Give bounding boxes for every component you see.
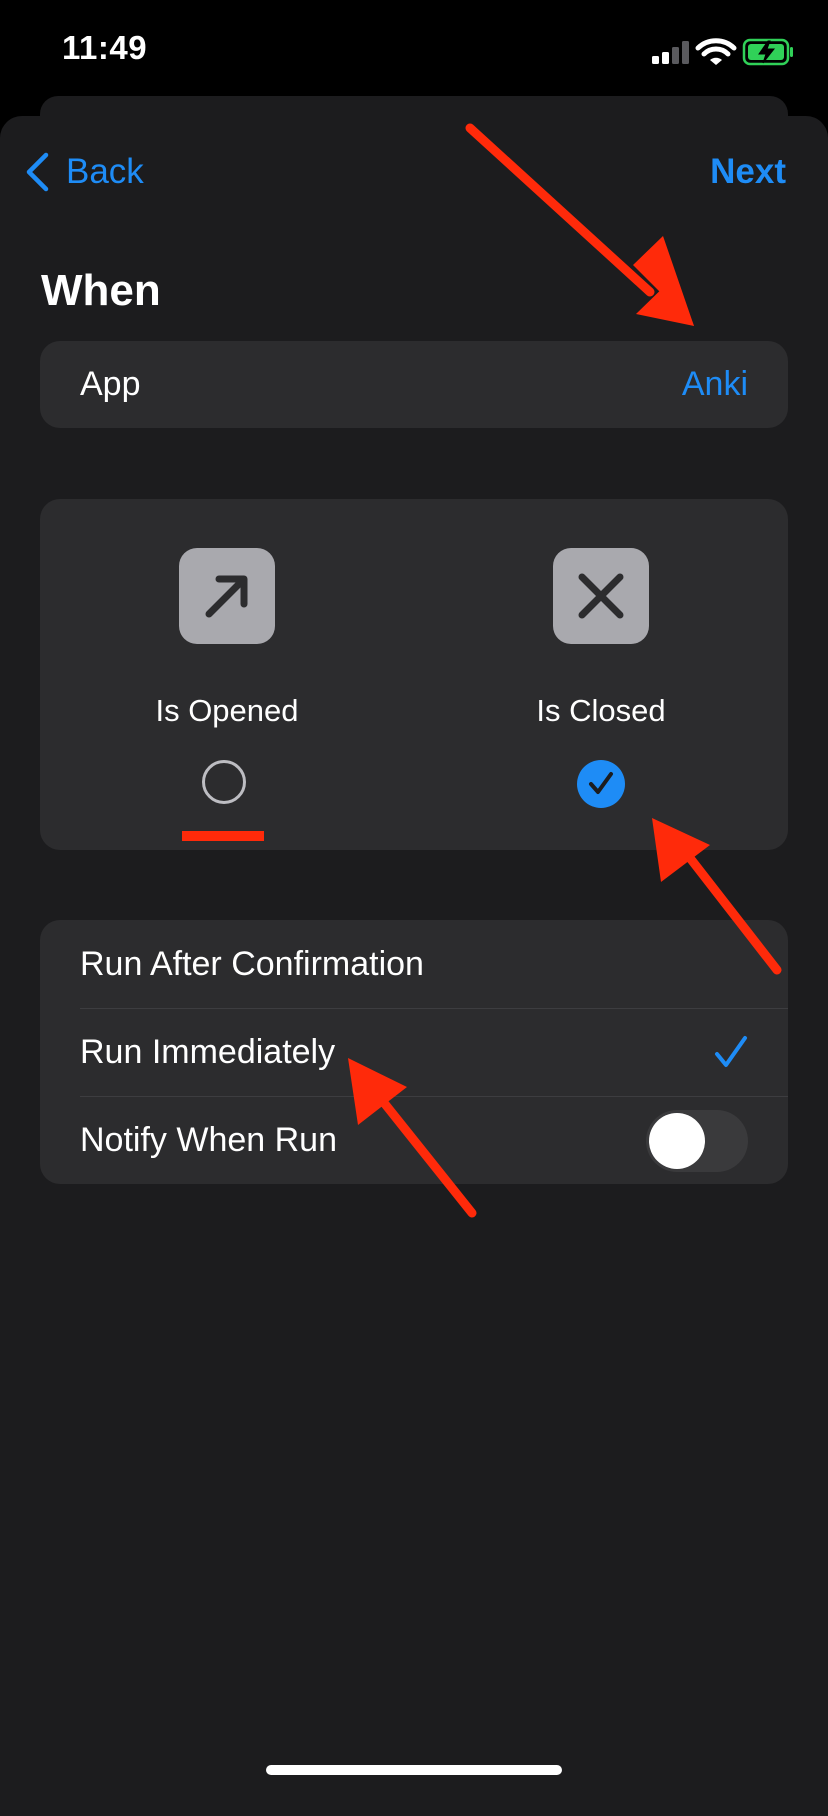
trigger-options-card: Is Opened Is Closed xyxy=(40,499,788,850)
radio-unselected[interactable] xyxy=(202,760,246,804)
app-row-value[interactable]: Anki xyxy=(682,341,748,428)
option-is-closed[interactable]: Is Closed xyxy=(414,499,788,850)
run-after-confirmation-row[interactable]: Run After Confirmation xyxy=(40,920,788,1008)
arrow-up-right-icon xyxy=(179,548,275,644)
notify-toggle[interactable] xyxy=(646,1110,748,1172)
option-is-opened-label: Is Opened xyxy=(155,693,299,728)
status-time: 11:49 xyxy=(62,29,148,66)
run-immediately-row[interactable]: Run Immediately xyxy=(40,1008,788,1096)
back-button[interactable]: Back xyxy=(24,150,144,194)
toggle-knob xyxy=(649,1113,705,1169)
annotation-underline xyxy=(182,831,264,841)
home-indicator[interactable] xyxy=(266,1765,562,1775)
next-button[interactable]: Next xyxy=(710,150,786,194)
notify-when-run-label: Notify When Run xyxy=(80,1121,337,1159)
section-title: When xyxy=(41,266,161,315)
back-label: Back xyxy=(66,152,144,191)
x-mark-icon xyxy=(553,548,649,644)
option-is-closed-label: Is Closed xyxy=(536,693,666,728)
app-row[interactable]: App Anki xyxy=(40,341,788,428)
app-row-label: App xyxy=(80,365,141,403)
wifi-icon xyxy=(695,38,737,65)
signal-icon xyxy=(652,41,689,64)
run-after-confirmation-label: Run After Confirmation xyxy=(80,945,424,983)
battery-charging-icon xyxy=(742,38,793,66)
status-bar: 11:49 xyxy=(0,0,828,100)
run-immediately-label: Run Immediately xyxy=(80,1033,336,1071)
option-is-opened[interactable]: Is Opened xyxy=(40,499,414,850)
chevron-left-icon xyxy=(26,152,49,192)
radio-selected[interactable] xyxy=(577,760,625,808)
checkmark-icon xyxy=(715,1036,747,1067)
run-settings-card: Run After Confirmation Run Immediately N… xyxy=(40,920,788,1184)
status-icons xyxy=(628,0,828,100)
checkmark-icon xyxy=(589,772,613,794)
